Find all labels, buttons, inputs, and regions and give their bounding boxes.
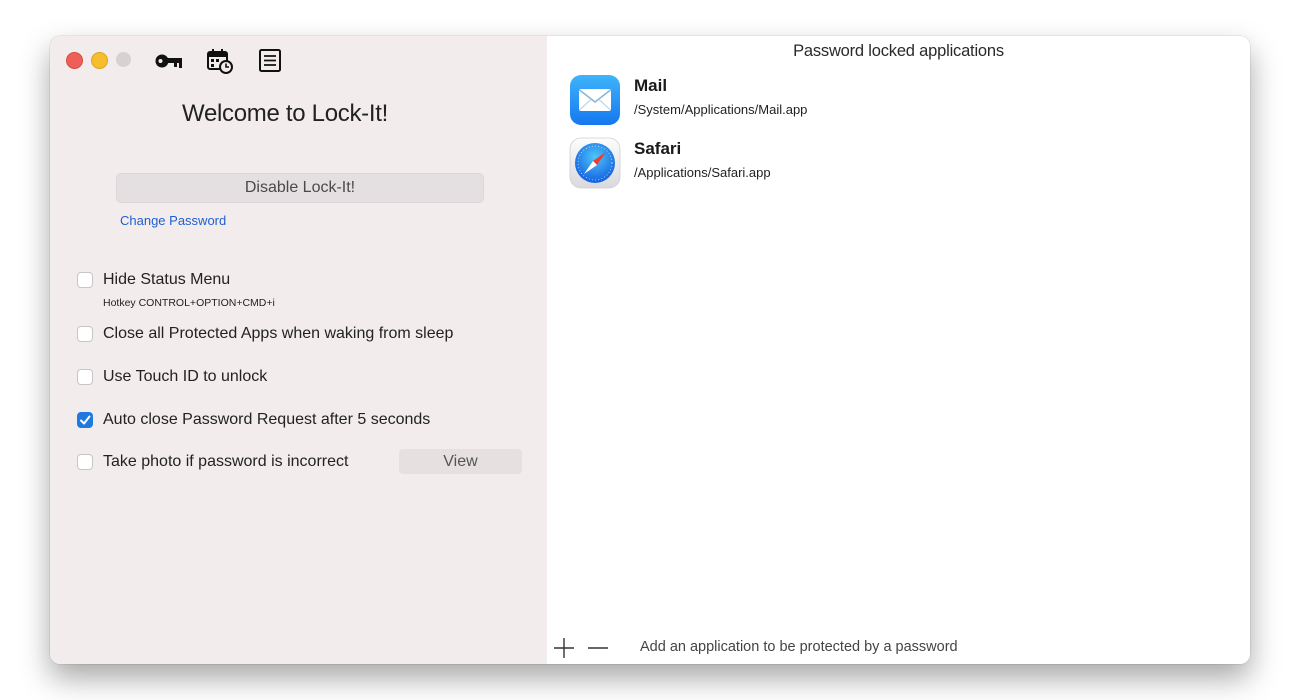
take-photo-checkbox[interactable] (77, 454, 93, 470)
option-hide-status-menu[interactable]: Hide Status Menu (77, 269, 230, 291)
safari-app-icon (569, 137, 621, 189)
minimize-window-button[interactable] (91, 52, 108, 69)
welcome-title: Welcome to Lock-It! (182, 100, 388, 127)
app-path: /System/Applications/Mail.app (634, 102, 808, 117)
panel-title: Password locked applications (793, 42, 1004, 60)
auto-close-checkbox[interactable] (77, 412, 93, 428)
locked-apps-panel: Password locked applications Mail /Syste… (547, 36, 1250, 664)
change-password-link[interactable]: Change Password (120, 213, 226, 228)
add-application-hint: Add an application to be protected by a … (640, 639, 958, 655)
add-application-button[interactable] (552, 636, 576, 660)
minus-icon (588, 647, 608, 649)
plus-icon (554, 638, 574, 658)
app-name: Mail (634, 76, 668, 95)
disable-lock-it-button[interactable]: Disable Lock-It! (116, 173, 484, 203)
list-item-mail[interactable]: Mail /System/Applications/Mail.app (569, 74, 1169, 128)
list-item-safari[interactable]: Safari /Applications/Safari.app (569, 137, 1169, 191)
option-label: Use Touch ID to unlock (103, 368, 268, 385)
remove-application-button[interactable] (586, 636, 610, 660)
app-path: /Applications/Safari.app (634, 165, 771, 180)
close-protected-apps-checkbox[interactable] (77, 326, 93, 342)
option-auto-close[interactable]: Auto close Password Request after 5 seco… (77, 409, 430, 431)
option-take-photo[interactable]: Take photo if password is incorrect (77, 451, 348, 473)
option-label: Take photo if password is incorrect (103, 453, 349, 470)
option-label: Close all Protected Apps when waking fro… (103, 325, 454, 342)
view-photos-button[interactable]: View (399, 449, 522, 474)
mail-app-icon (569, 74, 621, 126)
hotkey-hint: Hotkey CONTROL+OPTION+CMD+i (103, 297, 275, 309)
key-icon[interactable] (154, 48, 184, 74)
app-name: Safari (634, 139, 682, 158)
option-label: Auto close Password Request after 5 seco… (103, 411, 431, 428)
option-close-protected-apps[interactable]: Close all Protected Apps when waking fro… (77, 323, 453, 345)
hide-status-menu-checkbox[interactable] (77, 272, 93, 288)
calendar-clock-icon[interactable] (205, 48, 235, 74)
checkmark-icon (80, 415, 91, 425)
lock-it-window: Welcome to Lock-It! Disable Lock-It! Cha… (50, 36, 1250, 664)
zoom-window-button[interactable] (116, 52, 131, 67)
settings-panel: Welcome to Lock-It! Disable Lock-It! Cha… (50, 36, 548, 664)
option-touch-id[interactable]: Use Touch ID to unlock (77, 366, 267, 388)
option-label: Hide Status Menu (103, 271, 231, 288)
touch-id-checkbox[interactable] (77, 369, 93, 385)
list-icon[interactable] (255, 48, 285, 74)
close-window-button[interactable] (66, 52, 83, 69)
